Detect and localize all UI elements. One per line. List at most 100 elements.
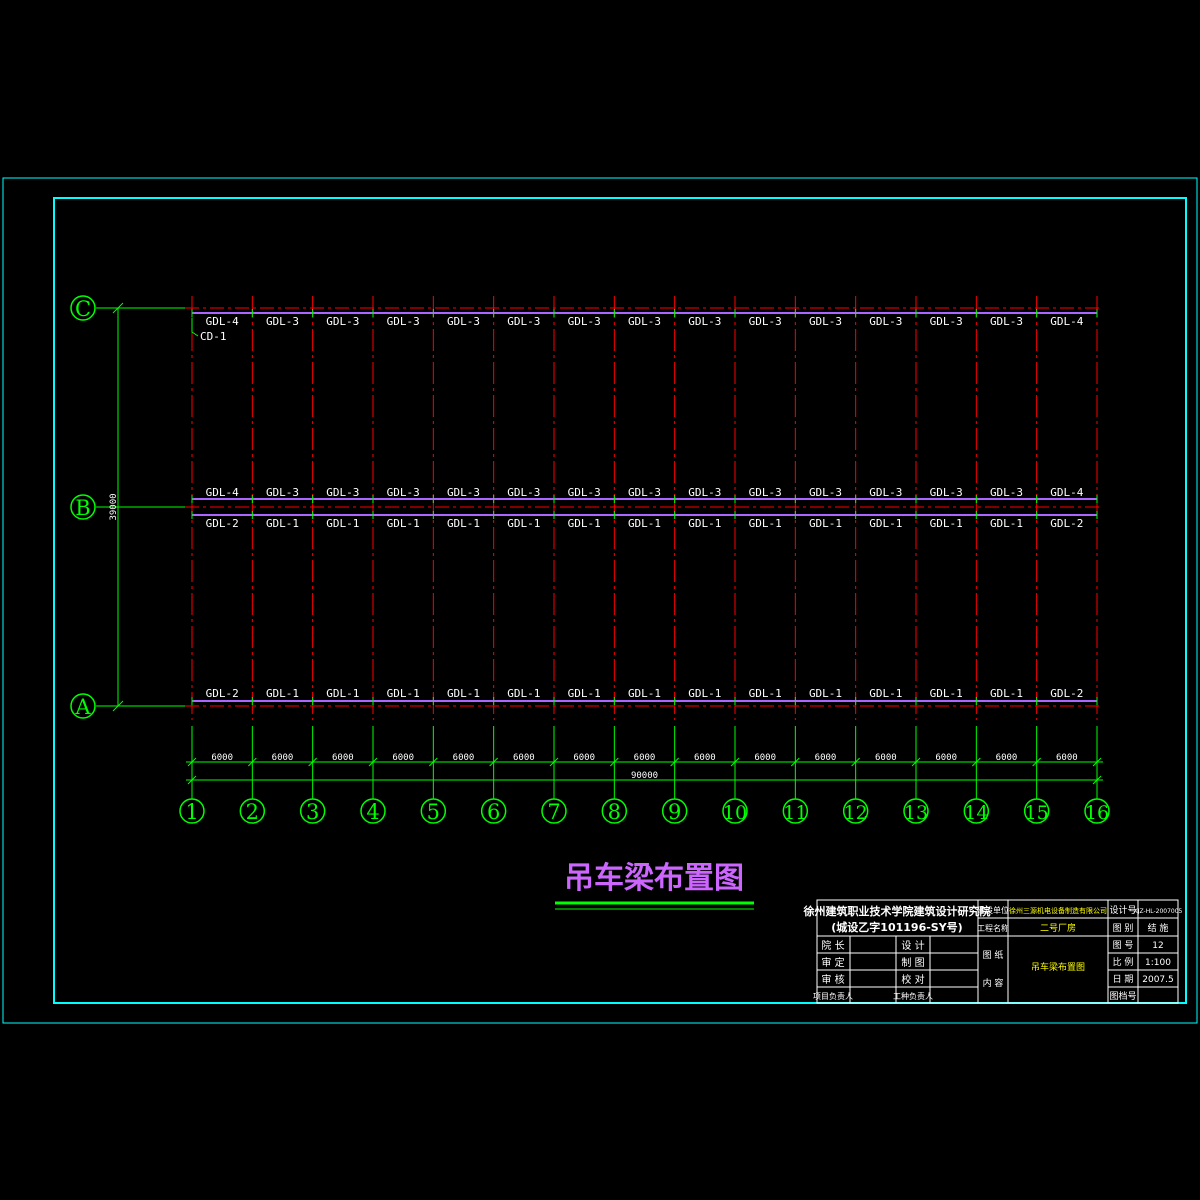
design-no-label: 设计号 (1109, 904, 1136, 916)
bay-dimension-value: 6000 (875, 753, 897, 763)
content-label-2: 内 容 (983, 977, 1004, 989)
axis-label-row-C: C (75, 297, 91, 321)
axis-label-col-14: 14 (964, 802, 988, 824)
vertical-dimension-value: 39000 (109, 493, 119, 520)
role-label-4b: 工种负责人 (893, 991, 933, 1001)
beam-label: GDL-1 (326, 517, 359, 530)
institute-license: (城设乙字101196-SY号) (831, 920, 962, 934)
role-label-1a: 院 长 (821, 939, 844, 952)
outer-frame (2, 177, 1198, 1024)
bay-dimension-value: 6000 (392, 753, 414, 763)
axis-label-col-15: 15 (1025, 802, 1049, 824)
beam-label: GDL-3 (628, 315, 661, 328)
beam-label: GDL-1 (990, 517, 1023, 530)
beam-label: GDL-3 (266, 315, 299, 328)
bay-dimension-value: 6000 (996, 753, 1018, 763)
beam-label: GDL-2 (206, 517, 239, 530)
axis-label-col-2: 2 (246, 800, 259, 824)
bay-dimension-value: 6000 (513, 753, 535, 763)
bay-dimension-value: 6000 (272, 753, 294, 763)
beam-label: GDL-3 (749, 486, 782, 499)
beam-label: GDL-3 (990, 486, 1023, 499)
bay-dimension-value: 6000 (332, 753, 354, 763)
axis-label-col-7: 7 (547, 800, 560, 824)
role-label-4a: 项目负责人 (813, 991, 853, 1001)
bay-dimension-value: 6000 (694, 753, 716, 763)
scale-label: 比 例 (1113, 956, 1134, 968)
beam-label: GDL-1 (628, 687, 661, 700)
beam-label: GDL-1 (568, 517, 601, 530)
axis-label-row-A: A (74, 695, 91, 719)
beam-label: GDL-3 (869, 315, 902, 328)
bay-dimension-value: 6000 (1056, 753, 1078, 763)
beam-label: GDL-4 (1050, 315, 1083, 328)
category-value: 结 施 (1148, 922, 1169, 934)
date-value: 2007.5 (1142, 975, 1174, 985)
beam-label: GDL-2 (1050, 517, 1083, 530)
beam-label: GDL-3 (447, 486, 480, 499)
project-label: 工程名称 (977, 923, 1009, 933)
beam-label: GDL-3 (266, 486, 299, 499)
beam-label: GDL-1 (628, 517, 661, 530)
design-no-value: XJZ-HL-2007005 (1134, 908, 1183, 915)
bay-dimension-value: 6000 (573, 753, 595, 763)
institute-name: 徐州建筑职业技术学院建筑设计研究院 (803, 904, 991, 918)
title-block: 徐州建筑职业技术学院建筑设计研究院 (城设乙字101196-SY号) 院 长 设… (803, 899, 1183, 1004)
beam-label: GDL-4 (206, 315, 239, 328)
beam-label: GDL-3 (809, 315, 842, 328)
beam-label: GDL-3 (507, 486, 540, 499)
sheet-label: 图 号 (1113, 940, 1134, 951)
beam-label: GDL-1 (930, 687, 963, 700)
beam-label: GDL-3 (688, 315, 721, 328)
client-label: 建设单位 (977, 905, 1009, 915)
content-value: 吊车梁布置图 (1031, 961, 1085, 973)
drawing-title: 吊车梁布置图 (564, 861, 744, 896)
beam-label: GDL-1 (809, 687, 842, 700)
beam-label: GDL-1 (809, 517, 842, 530)
role-label-3a: 审 核 (821, 973, 844, 986)
total-dimension-value: 90000 (631, 771, 658, 781)
role-label-3b: 校 对 (901, 973, 924, 986)
beam-label: GDL-3 (869, 486, 902, 499)
beam-label: GDL-3 (568, 315, 601, 328)
beam-label: GDL-3 (930, 486, 963, 499)
role-label-1b: 设 计 (901, 939, 924, 952)
sheet-value: 12 (1152, 941, 1163, 951)
archive-no-label: 图档号 (1109, 990, 1136, 1002)
beam-label: GDL-3 (447, 315, 480, 328)
axis-label-col-13: 13 (904, 802, 928, 824)
axis-label-col-5: 5 (427, 800, 440, 824)
beam-label: GDL-4 (206, 486, 239, 499)
axis-bubble-layer: 1 2 3 4 5 6 7 8 9 10 11 12 13 14 15 16CBA (70, 295, 1110, 824)
beam-label: GDL-1 (869, 517, 902, 530)
date-label: 日 期 (1113, 974, 1134, 985)
axis-label-col-3: 3 (306, 800, 319, 824)
beam-label: GDL-4 (1050, 486, 1083, 499)
bay-dimension-value: 6000 (935, 753, 957, 763)
content-label-1: 图 纸 (983, 949, 1004, 961)
beam-label: GDL-3 (326, 486, 359, 499)
beam-label: GDL-1 (387, 517, 420, 530)
bay-dimension-value: 6000 (634, 753, 656, 763)
dimension-layer: 39000 6000 6000 6000 6000 6000 6000 6000 6000 600… (109, 302, 1103, 785)
category-label: 图 别 (1113, 923, 1134, 934)
beam-label: GDL-3 (809, 486, 842, 499)
role-label-2b: 制 图 (901, 956, 924, 969)
axis-label-col-4: 4 (366, 800, 379, 824)
axis-label-col-11: 11 (783, 802, 807, 824)
axis-label-col-16: 16 (1085, 802, 1109, 824)
beam-label: GDL-3 (749, 315, 782, 328)
beam-label: GDL-1 (568, 687, 601, 700)
project-value: 二号厂房 (1040, 922, 1076, 934)
beam-label: GDL-1 (326, 687, 359, 700)
axis-label-col-9: 9 (668, 800, 681, 824)
beam-label: GDL-1 (869, 687, 902, 700)
client-value: 徐州三源机电设备制造有限公司 (1009, 906, 1107, 915)
role-label-2a: 审 定 (821, 956, 844, 969)
beam-label: GDL-1 (749, 517, 782, 530)
beam-label: GDL-1 (266, 517, 299, 530)
beam-label: GDL-3 (990, 315, 1023, 328)
beam-label: GDL-1 (507, 687, 540, 700)
axis-label-row-B: B (75, 496, 90, 520)
axis-label-col-8: 8 (608, 800, 621, 824)
